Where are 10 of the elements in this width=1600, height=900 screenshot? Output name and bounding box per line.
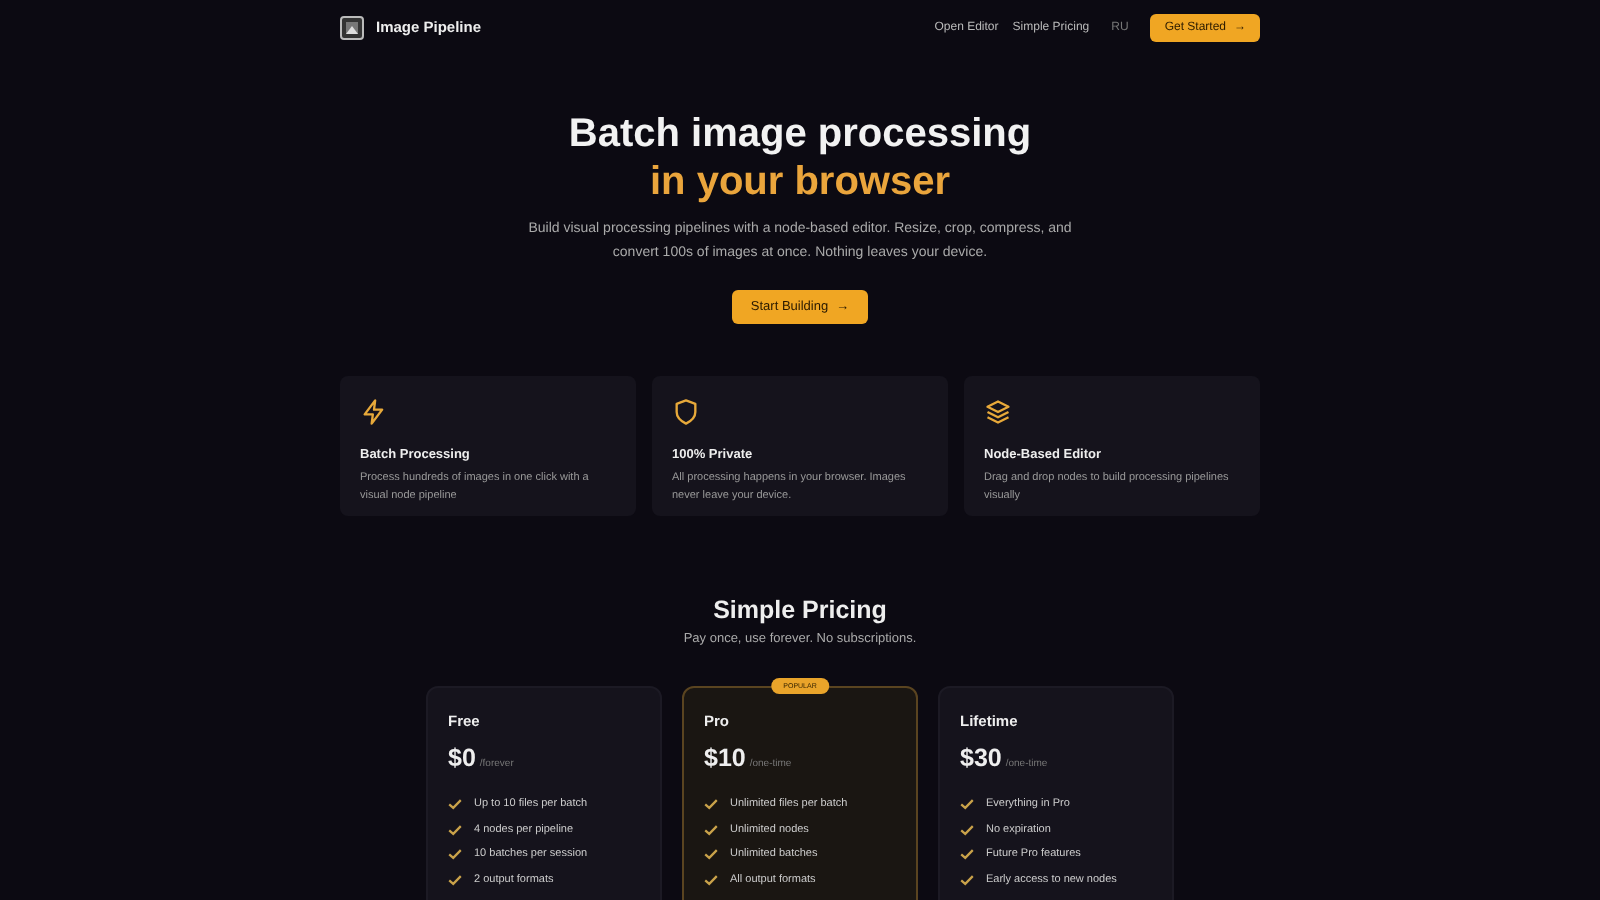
plan-price: $30 (960, 744, 1002, 772)
plan-price: $0 (448, 744, 476, 772)
shield-icon (672, 398, 700, 426)
pricing-title: Simple Pricing (711, 596, 889, 624)
logo-icon (340, 15, 364, 39)
hero-title: Batch image processing (566, 110, 1034, 158)
plan-price: $10 (704, 744, 746, 772)
lightning-icon (360, 398, 388, 426)
hero-title-accent: in your browser (647, 158, 953, 206)
layers-icon (984, 398, 1012, 426)
